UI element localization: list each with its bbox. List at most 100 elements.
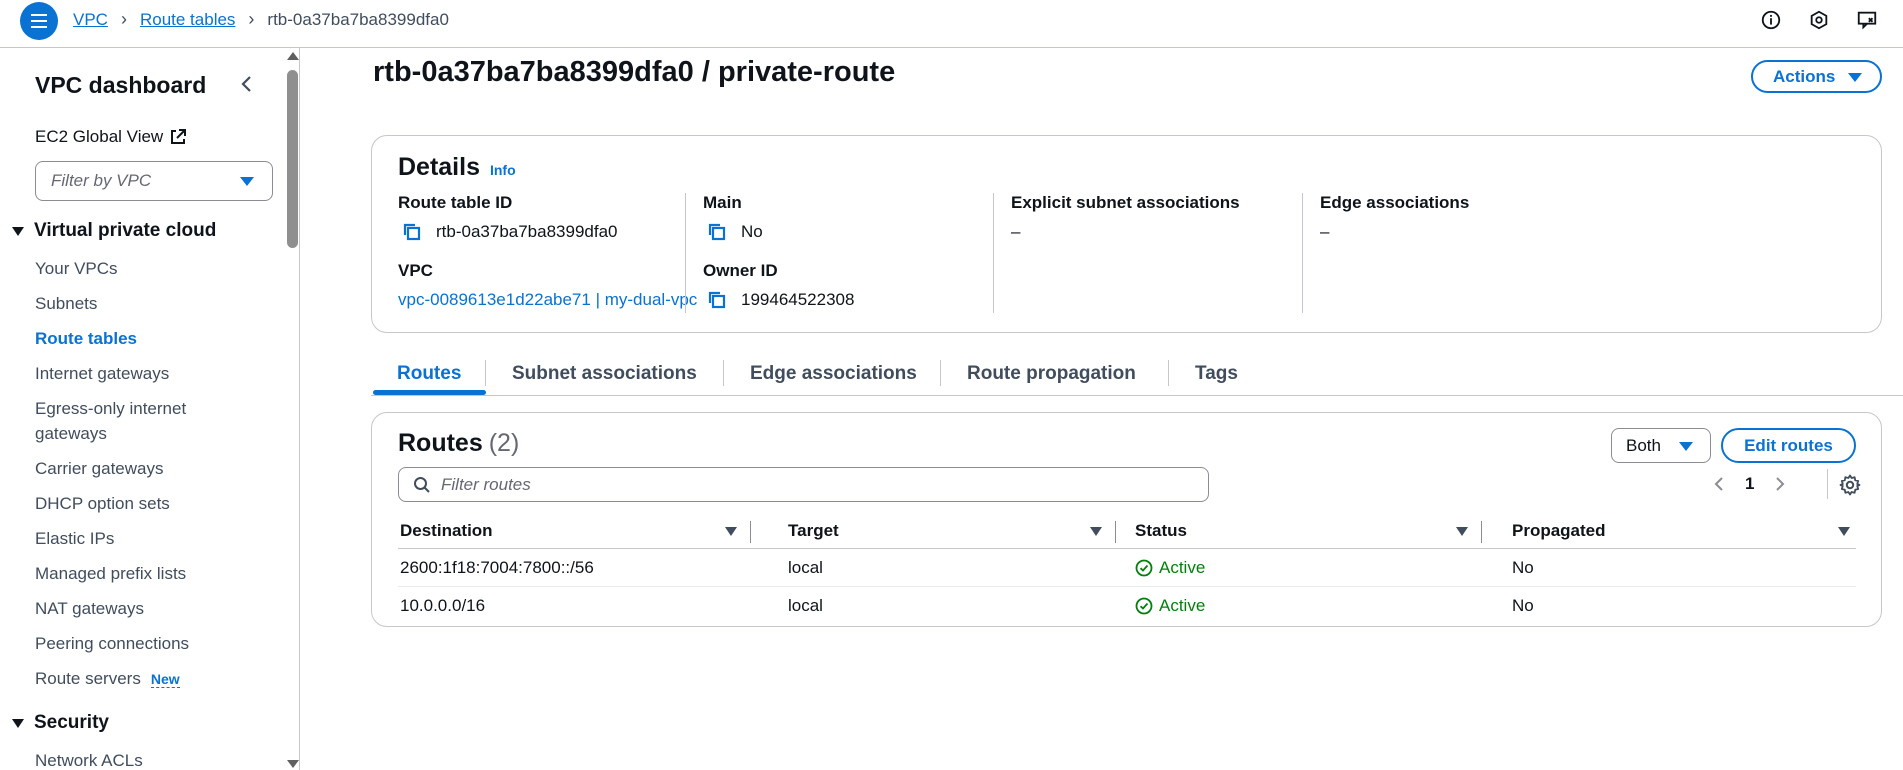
details-column-3: Explicit subnet associations – bbox=[1011, 193, 1240, 245]
menu-icon[interactable] bbox=[20, 2, 58, 40]
pagination: 1 bbox=[1709, 471, 1790, 497]
status-text: Active bbox=[1159, 596, 1206, 615]
tab-divider bbox=[1168, 360, 1169, 386]
sidebar-item-network-acls[interactable]: Network ACLs bbox=[35, 748, 143, 770]
breadcrumb-route-tables[interactable]: Route tables bbox=[140, 10, 235, 30]
cell-status: Active bbox=[1135, 587, 1205, 625]
routes-table-header: Destination Target Status Propagated bbox=[398, 513, 1856, 549]
divider bbox=[1827, 469, 1828, 499]
cell-status: Active bbox=[1135, 549, 1205, 587]
sort-caret-icon[interactable] bbox=[725, 527, 737, 536]
sidebar-item-nat-gateways[interactable]: NAT gateways bbox=[35, 596, 144, 621]
copy-icon[interactable] bbox=[402, 222, 422, 242]
column-divider[interactable] bbox=[1481, 521, 1482, 543]
filter-routes-field[interactable] bbox=[398, 467, 1209, 502]
actions-label: Actions bbox=[1773, 66, 1836, 86]
cell-target: local bbox=[788, 596, 823, 615]
tab-divider bbox=[940, 360, 941, 386]
sidebar-item-elastic-ips[interactable]: Elastic IPs bbox=[35, 526, 114, 551]
sidebar-item-label: EC2 Global View bbox=[35, 127, 164, 146]
copy-icon[interactable] bbox=[707, 222, 727, 242]
feedback-icon[interactable] bbox=[1855, 8, 1879, 32]
section-virtual-private-cloud[interactable]: Virtual private cloud bbox=[12, 220, 216, 242]
column-header-destination[interactable]: Destination bbox=[400, 513, 493, 549]
sidebar: VPC dashboard EC2 Global View Filter by … bbox=[0, 48, 300, 770]
routes-count: (2) bbox=[488, 429, 520, 457]
previous-page-icon[interactable] bbox=[1709, 474, 1729, 494]
tab-route-propagation[interactable]: Route propagation bbox=[967, 352, 1136, 396]
page-title: rtb-0a37ba7ba8399dfa0 / private-route bbox=[373, 56, 896, 88]
sidebar-item-route-servers[interactable]: Route servers New bbox=[35, 666, 180, 692]
section-security[interactable]: Security bbox=[12, 712, 109, 734]
chevron-right-icon: › bbox=[120, 9, 127, 29]
column-divider bbox=[993, 193, 994, 313]
caret-down-icon bbox=[1679, 442, 1693, 451]
scroll-up-icon[interactable] bbox=[287, 52, 299, 60]
owner-id-value: 199464522308 bbox=[741, 290, 855, 309]
column-header-status[interactable]: Status bbox=[1135, 513, 1187, 549]
sidebar-item-carrier-gateways[interactable]: Carrier gateways bbox=[35, 456, 164, 481]
tab-edge-associations[interactable]: Edge associations bbox=[750, 352, 917, 396]
page-number[interactable]: 1 bbox=[1745, 474, 1754, 494]
explicit-subnet-associations-label: Explicit subnet associations bbox=[1011, 193, 1240, 212]
scroll-down-icon[interactable] bbox=[287, 760, 299, 768]
sidebar-item-egress-only-internet-gateways[interactable]: Egress-only internet gateways bbox=[35, 396, 235, 446]
chevron-left-icon[interactable] bbox=[236, 72, 256, 96]
tab-tags[interactable]: Tags bbox=[1195, 352, 1238, 396]
routes-heading: Routes bbox=[398, 429, 483, 457]
sidebar-item-peering-connections[interactable]: Peering connections bbox=[35, 631, 189, 656]
sort-caret-icon[interactable] bbox=[1090, 527, 1102, 536]
caret-down-icon bbox=[240, 177, 254, 186]
tab-subnet-associations[interactable]: Subnet associations bbox=[512, 352, 697, 396]
search-icon bbox=[414, 476, 430, 493]
info-link[interactable]: Info bbox=[490, 162, 516, 178]
route-table-id-label: Route table ID bbox=[398, 193, 513, 212]
sort-caret-icon[interactable] bbox=[1456, 527, 1468, 536]
routes-panel: Routes (2) Both Edit routes 1 Destinatio… bbox=[371, 412, 1882, 627]
column-header-target[interactable]: Target bbox=[788, 513, 839, 549]
copy-icon[interactable] bbox=[707, 290, 727, 310]
settings-hex-icon[interactable] bbox=[1807, 8, 1831, 32]
sidebar-item-route-tables[interactable]: Route tables bbox=[35, 326, 137, 351]
next-page-icon[interactable] bbox=[1770, 474, 1790, 494]
sidebar-item-subnets[interactable]: Subnets bbox=[35, 291, 97, 316]
scrollbar-thumb[interactable] bbox=[287, 70, 298, 248]
column-divider[interactable] bbox=[750, 521, 751, 543]
column-divider bbox=[1302, 193, 1303, 313]
sort-caret-icon[interactable] bbox=[1838, 527, 1850, 536]
tab-bar: Routes Subnet associations Edge associat… bbox=[371, 352, 1903, 396]
cell-propagated: No bbox=[1512, 558, 1534, 577]
active-tab-indicator bbox=[373, 390, 486, 395]
details-panel: Details Info Route table ID rtb-0a37ba7b… bbox=[371, 135, 1882, 333]
vpc-filter-select[interactable]: Filter by VPC bbox=[35, 161, 273, 201]
gear-icon[interactable] bbox=[1838, 473, 1862, 497]
route-type-value: Both bbox=[1626, 435, 1661, 455]
sidebar-item-dhcp-option-sets[interactable]: DHCP option sets bbox=[35, 491, 170, 516]
table-row: 2600:1f18:7004:7800::/56 local Active No bbox=[398, 549, 1856, 587]
actions-button[interactable]: Actions bbox=[1751, 60, 1882, 93]
breadcrumb-vpc[interactable]: VPC bbox=[73, 10, 108, 30]
column-divider[interactable] bbox=[1115, 521, 1116, 543]
route-type-select[interactable]: Both bbox=[1611, 428, 1711, 463]
main-value: No bbox=[741, 222, 763, 241]
main-label: Main bbox=[703, 193, 742, 212]
vpc-link[interactable]: vpc-0089613e1d22abe71 | my-dual-vpc bbox=[398, 290, 697, 310]
sidebar-item-managed-prefix-lists[interactable]: Managed prefix lists bbox=[35, 561, 186, 586]
sidebar-item-internet-gateways[interactable]: Internet gateways bbox=[35, 361, 169, 386]
caret-down-icon bbox=[1848, 73, 1862, 82]
details-heading: Details bbox=[398, 153, 480, 181]
success-check-icon bbox=[1135, 559, 1153, 577]
edit-routes-button[interactable]: Edit routes bbox=[1721, 428, 1856, 463]
status-text: Active bbox=[1159, 558, 1206, 577]
new-badge: New bbox=[150, 671, 180, 688]
column-header-propagated[interactable]: Propagated bbox=[1512, 513, 1606, 549]
details-column-1: Route table ID rtb-0a37ba7ba8399dfa0 VPC… bbox=[398, 193, 697, 313]
filter-routes-input[interactable] bbox=[441, 474, 1141, 495]
sidebar-scrollbar[interactable] bbox=[284, 48, 299, 770]
sidebar-item-ec2-global-view[interactable]: EC2 Global View bbox=[35, 127, 187, 147]
sidebar-item-your-vpcs[interactable]: Your VPCs bbox=[35, 256, 118, 281]
info-icon[interactable] bbox=[1759, 8, 1783, 32]
route-table-id-value: rtb-0a37ba7ba8399dfa0 bbox=[436, 222, 618, 241]
cell-propagated: No bbox=[1512, 596, 1534, 615]
success-check-icon bbox=[1135, 597, 1153, 615]
